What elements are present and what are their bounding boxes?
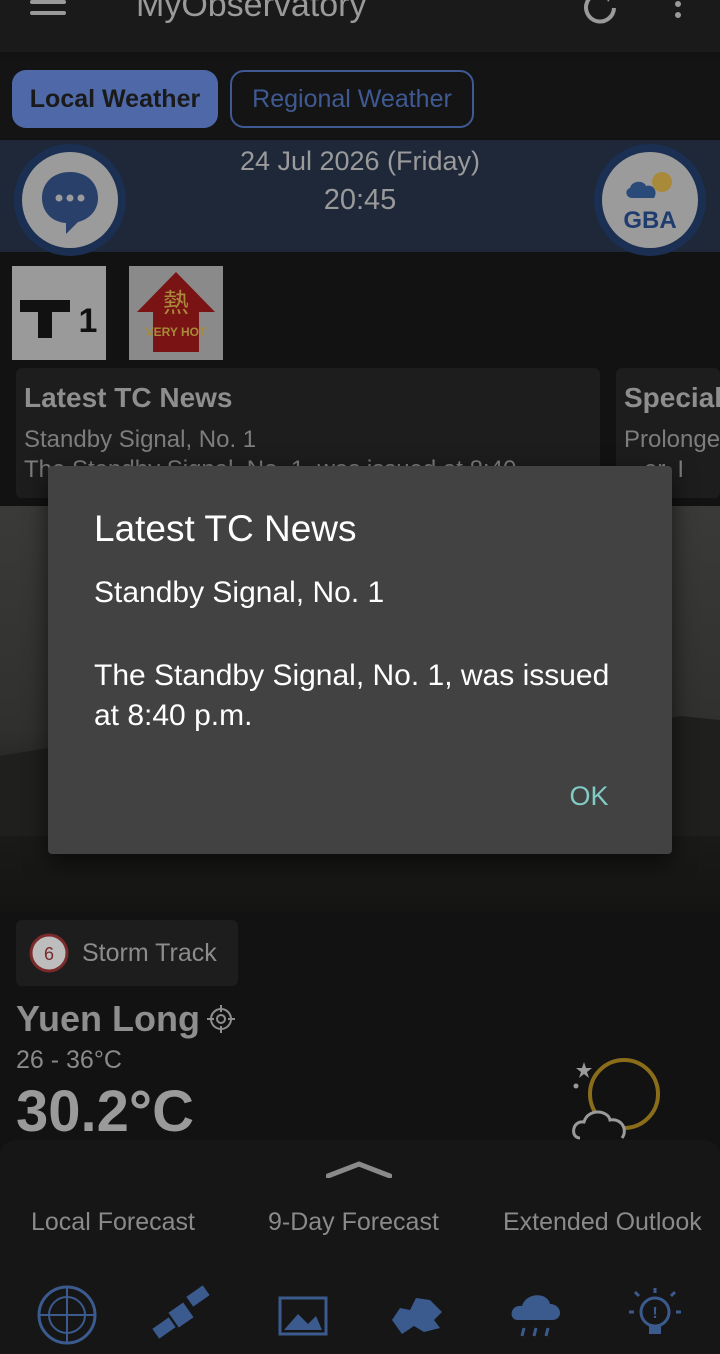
dialog-body: The Standby Signal, No. 1, was issued at… (94, 659, 610, 732)
tc-news-dialog: Latest TC News Standby Signal, No. 1 The… (48, 466, 672, 854)
dialog-title: Latest TC News (94, 508, 357, 549)
ok-button[interactable]: OK (552, 766, 626, 826)
dialog-subtitle: Standby Signal, No. 1 (94, 576, 385, 609)
